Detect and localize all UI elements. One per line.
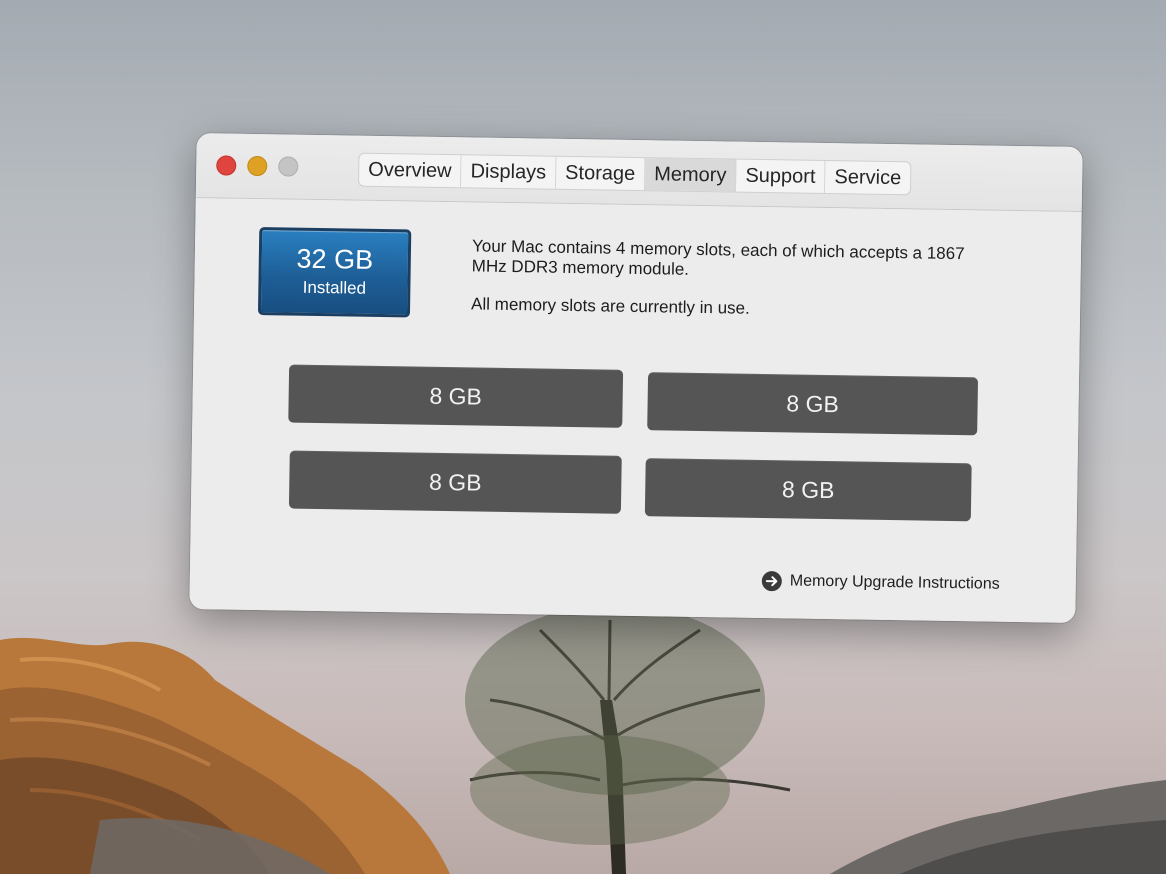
tab-displays[interactable]: Displays — [461, 155, 557, 189]
memory-slot-2: 8 GB — [647, 372, 979, 436]
installed-memory-size: 32 GB — [296, 243, 374, 275]
memory-panel: 32 GB Installed Your Mac contains 4 memo… — [189, 198, 1082, 623]
tab-service[interactable]: Service — [825, 161, 910, 194]
installed-memory-badge: 32 GB Installed — [257, 227, 412, 318]
minimize-button[interactable] — [247, 155, 268, 177]
memory-slot-1: 8 GB — [288, 364, 624, 428]
tab-memory[interactable]: Memory — [644, 158, 737, 192]
memory-slots-description: Your Mac contains 4 memory slots, each o… — [471, 236, 965, 279]
memory-description: Your Mac contains 4 memory slots, each o… — [471, 236, 992, 322]
close-button[interactable] — [216, 155, 237, 176]
memory-slot-4: 8 GB — [644, 458, 972, 522]
tab-bar: Overview Displays Storage Memory Support… — [357, 152, 912, 196]
tab-overview[interactable]: Overview — [358, 153, 462, 188]
about-this-mac-window: Overview Displays Storage Memory Support… — [189, 133, 1083, 623]
tab-storage[interactable]: Storage — [555, 156, 646, 191]
memory-slots-status: All memory slots are currently in use. — [470, 294, 750, 318]
arrow-circle-right-icon — [761, 571, 782, 592]
zoom-button[interactable] — [278, 156, 299, 177]
memory-upgrade-instructions-link[interactable]: Memory Upgrade Instructions — [761, 570, 1000, 596]
tab-support[interactable]: Support — [736, 159, 826, 193]
memory-upgrade-instructions-label: Memory Upgrade Instructions — [789, 572, 1000, 593]
memory-slot-3: 8 GB — [288, 450, 622, 514]
installed-memory-label: Installed — [302, 277, 367, 298]
